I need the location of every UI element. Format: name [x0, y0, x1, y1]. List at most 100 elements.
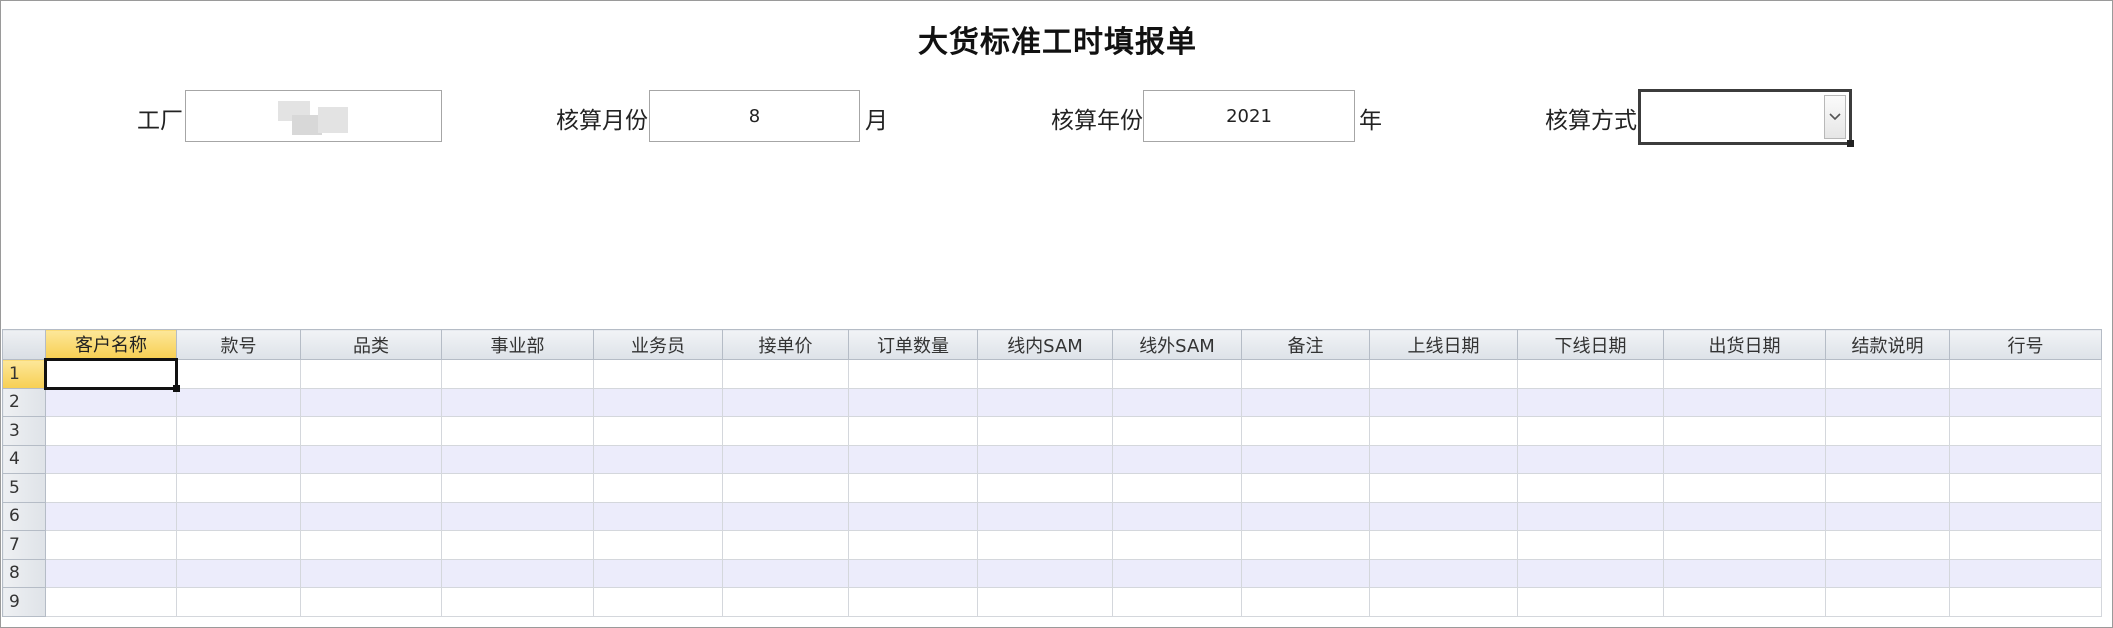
grid-cell[interactable]: [1112, 416, 1242, 446]
grid-cell[interactable]: [176, 530, 301, 560]
grid-cell[interactable]: [300, 558, 442, 588]
grid-cell[interactable]: [1825, 387, 1950, 417]
grid-cell[interactable]: [1949, 359, 2102, 389]
grid-cell[interactable]: [176, 416, 301, 446]
row-number[interactable]: 8: [2, 558, 46, 588]
grid-cell[interactable]: [977, 473, 1113, 503]
row-number[interactable]: 7: [2, 530, 46, 560]
dropdown-button[interactable]: [1824, 95, 1846, 139]
grid-cell[interactable]: [45, 416, 177, 446]
grid-cell[interactable]: [1825, 558, 1950, 588]
grid-cell[interactable]: [300, 387, 442, 417]
grid-cell[interactable]: [1949, 587, 2102, 617]
grid-cell[interactable]: [1112, 530, 1242, 560]
grid-cell[interactable]: [848, 444, 978, 474]
grid-cell[interactable]: [1663, 587, 1826, 617]
grid-cell[interactable]: [977, 359, 1113, 389]
column-header[interactable]: 客户名称: [45, 329, 177, 360]
grid-cell[interactable]: [977, 501, 1113, 531]
grid-cell[interactable]: [300, 444, 442, 474]
grid-cell[interactable]: [848, 501, 978, 531]
grid-cell[interactable]: [176, 473, 301, 503]
grid-cell[interactable]: [1112, 473, 1242, 503]
grid-cell[interactable]: [1663, 444, 1826, 474]
grid-cell[interactable]: [300, 416, 442, 446]
grid-cell[interactable]: [1663, 558, 1826, 588]
grid-cell[interactable]: [1112, 387, 1242, 417]
grid-cell[interactable]: [1949, 501, 2102, 531]
column-header[interactable]: 上线日期: [1369, 329, 1518, 360]
column-header[interactable]: 线外SAM: [1112, 329, 1242, 360]
grid-cell[interactable]: [1517, 359, 1664, 389]
grid-cell[interactable]: [593, 587, 723, 617]
grid-cell[interactable]: [1949, 530, 2102, 560]
year-field[interactable]: 2021: [1143, 90, 1355, 142]
grid-cell[interactable]: [45, 501, 177, 531]
column-header[interactable]: 备注: [1241, 329, 1370, 360]
grid-cell[interactable]: [1949, 473, 2102, 503]
column-header[interactable]: 线内SAM: [977, 329, 1113, 360]
grid-cell[interactable]: [300, 359, 442, 389]
grid-cell[interactable]: [1241, 587, 1370, 617]
grid-cell[interactable]: [1517, 416, 1664, 446]
grid-cell[interactable]: [1517, 473, 1664, 503]
grid-cell[interactable]: [1825, 359, 1950, 389]
column-header[interactable]: 订单数量: [848, 329, 978, 360]
factory-field[interactable]: [185, 90, 442, 142]
grid-cell[interactable]: [977, 444, 1113, 474]
grid-cell[interactable]: [1241, 444, 1370, 474]
grid-cell[interactable]: [441, 416, 594, 446]
grid-cell[interactable]: [176, 501, 301, 531]
grid-cell[interactable]: [593, 359, 723, 389]
column-header[interactable]: 行号: [1949, 329, 2102, 360]
grid-cell[interactable]: [1517, 501, 1664, 531]
grid-cell[interactable]: [1517, 530, 1664, 560]
grid-cell[interactable]: [1517, 387, 1664, 417]
grid-cell[interactable]: [848, 473, 978, 503]
grid-cell[interactable]: [45, 444, 177, 474]
grid-cell[interactable]: [1517, 587, 1664, 617]
grid-cell[interactable]: [977, 530, 1113, 560]
grid-cell[interactable]: [441, 359, 594, 389]
grid-cell[interactable]: [441, 501, 594, 531]
grid-cell[interactable]: [722, 387, 849, 417]
grid-cell[interactable]: [45, 473, 177, 503]
grid-cell[interactable]: [722, 416, 849, 446]
grid-cell[interactable]: [1825, 444, 1950, 474]
grid-cell[interactable]: [1369, 387, 1518, 417]
grid-cell[interactable]: [1369, 416, 1518, 446]
grid-cell[interactable]: [722, 587, 849, 617]
grid-cell[interactable]: [300, 473, 442, 503]
grid-cell[interactable]: [1112, 587, 1242, 617]
grid-cell[interactable]: [1663, 359, 1826, 389]
grid-cell[interactable]: [1112, 501, 1242, 531]
grid-cell[interactable]: [1663, 501, 1826, 531]
grid-cell[interactable]: [1663, 416, 1826, 446]
grid-cell[interactable]: [1241, 473, 1370, 503]
grid-cell[interactable]: [1369, 473, 1518, 503]
grid-cell[interactable]: [1112, 444, 1242, 474]
grid-cell[interactable]: [1517, 444, 1664, 474]
grid-cell[interactable]: [1663, 530, 1826, 560]
grid-cell[interactable]: [593, 558, 723, 588]
grid-cell[interactable]: [45, 558, 177, 588]
grid-cell[interactable]: [848, 558, 978, 588]
column-header[interactable]: 业务员: [593, 329, 723, 360]
column-header[interactable]: 结款说明: [1825, 329, 1950, 360]
grid-cell[interactable]: [1369, 587, 1518, 617]
grid-cell[interactable]: [848, 359, 978, 389]
grid-cell[interactable]: [1825, 501, 1950, 531]
grid-cell[interactable]: [176, 359, 301, 389]
grid-cell[interactable]: [1241, 359, 1370, 389]
grid-cell[interactable]: [848, 387, 978, 417]
grid-cell[interactable]: [441, 558, 594, 588]
grid-cell[interactable]: [1949, 387, 2102, 417]
grid-cell[interactable]: [300, 530, 442, 560]
grid-cell[interactable]: [1949, 416, 2102, 446]
grid-cell[interactable]: [722, 558, 849, 588]
grid-cell[interactable]: [1517, 558, 1664, 588]
grid-corner[interactable]: [2, 329, 46, 360]
column-header[interactable]: 品类: [300, 329, 442, 360]
column-header[interactable]: 接单价: [722, 329, 849, 360]
row-number[interactable]: 2: [2, 387, 46, 417]
